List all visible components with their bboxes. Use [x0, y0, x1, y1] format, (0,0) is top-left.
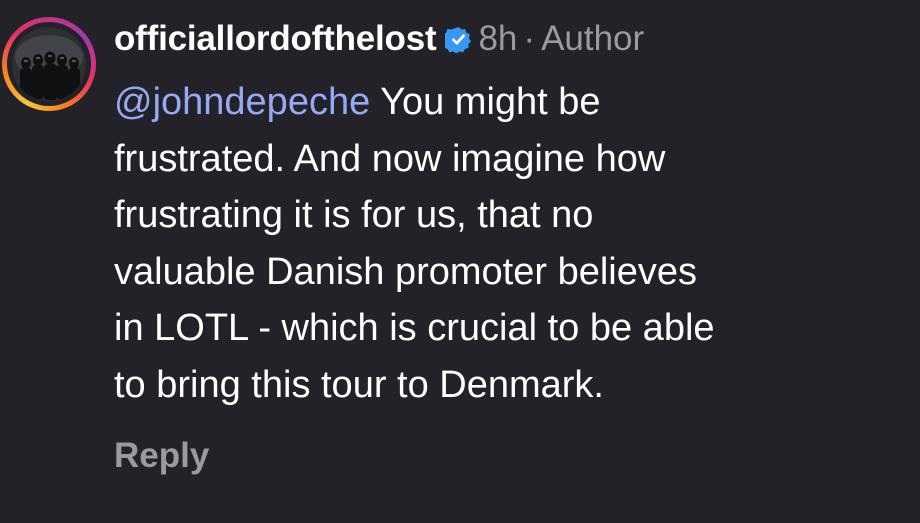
comment-line: in LOTL - which is crucial to be able: [114, 307, 715, 349]
username-link[interactable]: officiallordofthelost: [114, 19, 437, 59]
author-label: Author: [541, 19, 645, 58]
comment-header: officiallordofthelost 8h · Author: [114, 14, 644, 64]
comment-line: frustrated. And now imagine how: [114, 137, 666, 180]
comment-text: @johndepeche You might be frustrated. An…: [114, 74, 914, 413]
comment-line: to bring this tour to Denmark.: [114, 363, 604, 406]
comment-line: @johndepeche You might be: [114, 74, 914, 131]
meta-separator: ·: [523, 19, 536, 58]
mention-link[interactable]: @johndepeche: [114, 81, 370, 123]
comment-time: 8h: [478, 19, 518, 58]
comment-line: valuable Danish promoter believes: [114, 250, 697, 293]
comment-text-segment: You might be: [370, 81, 601, 123]
avatar[interactable]: [12, 27, 86, 101]
comment: officiallordofthelost 8h · Author @johnd…: [0, 0, 920, 523]
band-photo: [12, 27, 86, 101]
comment-line: frustrating it is for us, that no: [114, 194, 594, 236]
verified-badge-icon: [442, 26, 472, 53]
story-ring[interactable]: [2, 17, 96, 111]
reply-button[interactable]: Reply: [114, 436, 209, 476]
